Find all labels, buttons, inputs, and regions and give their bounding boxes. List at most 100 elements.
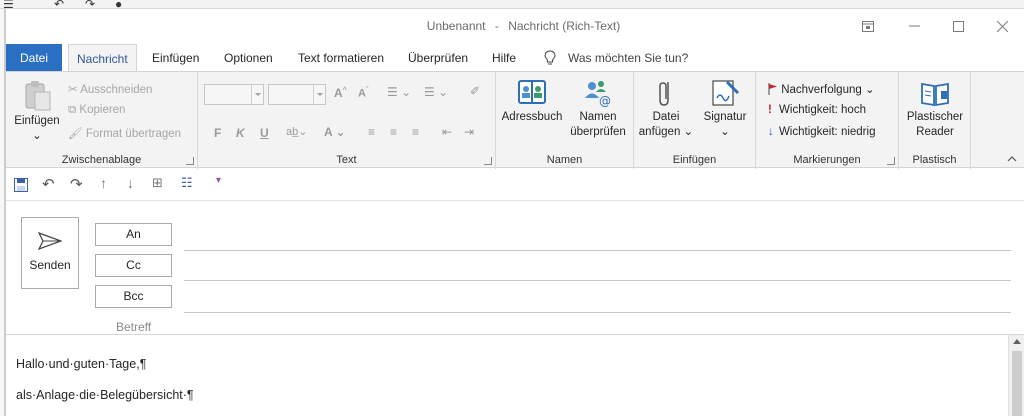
attach-file-label-1: Datei: [652, 111, 680, 123]
tab-file[interactable]: Datei: [6, 44, 62, 72]
next-item-icon[interactable]: ↓: [127, 175, 134, 191]
redo-icon[interactable]: ↷: [70, 175, 83, 193]
attach-file-button[interactable]: Datei anfügen ⌄: [638, 78, 694, 140]
minimize-button[interactable]: [894, 14, 934, 38]
ribbon-display-options-button[interactable]: [848, 14, 888, 38]
tab-review[interactable]: Überprüfen: [400, 44, 476, 72]
to-button[interactable]: An: [95, 223, 172, 246]
font-size-combo[interactable]: [268, 84, 326, 105]
address-book-button[interactable]: Adressbuch: [500, 78, 564, 125]
cc-button[interactable]: Cc: [95, 254, 172, 277]
importance-high-button[interactable]: ! Wichtigkeit: hoch: [768, 104, 866, 116]
tab-options[interactable]: Optionen: [216, 44, 281, 72]
ribbon-tabs: Datei Nachricht Einfügen Optionen Text f…: [6, 42, 1024, 73]
cut-button[interactable]: ✂ Ausschneiden: [68, 82, 152, 96]
tab-format-text[interactable]: Text formatieren: [290, 44, 392, 72]
immersive-reader-icon: [921, 82, 949, 107]
exclamation-icon: !: [768, 104, 772, 116]
lightbulb-icon: [544, 50, 556, 65]
window-title-kind: Nachricht (Rich-Text): [508, 19, 621, 33]
decrease-indent-icon[interactable]: ⇤: [442, 125, 452, 139]
follow-up-label: Nachverfolgung: [781, 84, 862, 96]
format-painter-button[interactable]: 🖌 Format übertragen: [68, 126, 181, 140]
attach-chevron-icon: ⌄: [680, 126, 694, 138]
subject-label: Betreff: [116, 320, 152, 334]
importance-low-button[interactable]: ↓ Wichtigkeit: niedrig: [768, 126, 875, 138]
collapse-ribbon-icon[interactable]: [1007, 154, 1017, 164]
increase-indent-icon[interactable]: ⇥: [464, 125, 474, 139]
underline-button[interactable]: U: [260, 126, 269, 140]
group-clipboard: Einfügen ⌄ ✂ Ausschneiden ⧉ Kopieren 🖌 F…: [6, 72, 198, 169]
vertical-scrollbar[interactable]: [1008, 335, 1024, 416]
tab-insert[interactable]: Einfügen: [144, 44, 207, 72]
undo-icon[interactable]: ↶: [42, 175, 55, 193]
tell-me-search[interactable]: Was möchten Sie tun?: [544, 44, 688, 72]
tags-dialog-launcher[interactable]: [887, 157, 895, 165]
background-app-toolbar: ☰ ↶ ↷ ●: [0, 0, 1024, 11]
group-label-insert: Einfügen: [672, 154, 717, 166]
copy-button[interactable]: ⧉ Kopieren: [68, 104, 125, 117]
bold-button[interactable]: F: [214, 126, 221, 140]
highlight-icon[interactable]: ab̲⌄: [286, 125, 307, 138]
group-label-text: Text: [336, 154, 357, 166]
message-body[interactable]: Hallo·und·guten·Tage,¶ als·Anlage·die·Be…: [6, 334, 1024, 416]
close-icon: [996, 20, 1008, 32]
address-book-icon: [518, 80, 546, 104]
address-book-label: Adressbuch: [501, 111, 563, 123]
assign-policy-icon[interactable]: ⊞: [152, 175, 163, 191]
paste-label: Einfügen: [14, 115, 60, 127]
ribbon: Einfügen ⌄ ✂ Ausschneiden ⧉ Kopieren 🖌 F…: [6, 71, 1024, 169]
check-names-button[interactable]: @ Namen überprüfen: [566, 78, 630, 140]
cc-field[interactable]: [184, 280, 1011, 281]
scroll-up-icon[interactable]: [1013, 339, 1021, 344]
send-label: Senden: [29, 258, 71, 272]
follow-up-button[interactable]: Nachverfolgung ⌄: [768, 82, 875, 96]
numbering-icon[interactable]: ☰ ⌄: [424, 85, 448, 99]
follow-up-chevron-icon: ⌄: [864, 84, 875, 96]
tab-help[interactable]: Hilfe: [484, 44, 524, 72]
clipboard-icon: [25, 81, 51, 111]
align-right-icon[interactable]: ≡: [412, 125, 419, 139]
group-label-immersive: Plastisch: [912, 154, 957, 166]
signature-label: Signatur: [703, 111, 747, 123]
group-names: Adressbuch @ Namen überprüfen Namen: [496, 72, 634, 169]
group-tags: Nachverfolgung ⌄ ! Wichtigkeit: hoch ↓ W…: [756, 72, 899, 169]
shrink-font-icon[interactable]: Aˇ: [358, 87, 368, 100]
paintbrush-icon: 🖌: [68, 128, 83, 140]
align-center-icon[interactable]: ≡: [390, 125, 397, 139]
send-button[interactable]: Senden: [21, 217, 79, 289]
list-format-icon[interactable]: ☷: [181, 175, 193, 191]
window-title-doc: Unbenannt: [426, 19, 486, 33]
bcc-button[interactable]: Bcc: [95, 285, 172, 308]
immersive-reader-label-2: Reader: [916, 126, 954, 138]
maximize-button[interactable]: [938, 14, 978, 38]
bullets-icon[interactable]: ☰ ⌄: [387, 85, 411, 99]
close-button[interactable]: [982, 14, 1022, 38]
minimize-icon: [908, 25, 920, 27]
font-color-icon[interactable]: A ⌄: [324, 125, 346, 139]
grow-font-icon[interactable]: A^: [334, 86, 347, 100]
font-size-dropdown-icon: [313, 85, 325, 104]
save-icon[interactable]: [14, 178, 28, 192]
to-field[interactable]: [184, 250, 1011, 251]
previous-item-icon[interactable]: ↑: [100, 175, 107, 191]
scroll-thumb[interactable]: [1012, 351, 1022, 416]
tab-message[interactable]: Nachricht: [68, 44, 137, 73]
svg-text:@: @: [599, 94, 611, 108]
immersive-reader-button[interactable]: Plastischer Reader: [901, 78, 969, 140]
maximize-icon: [952, 20, 964, 32]
bcc-field[interactable]: [184, 312, 1011, 313]
clipboard-dialog-launcher[interactable]: [186, 157, 194, 165]
text-dialog-launcher[interactable]: [484, 157, 492, 165]
copy-icon: ⧉: [68, 104, 77, 116]
italic-button[interactable]: K: [236, 126, 245, 140]
signature-button[interactable]: Signatur ⌄: [698, 78, 752, 140]
signature-chevron-icon: ⌄: [720, 126, 730, 138]
clear-formatting-icon[interactable]: ✐: [470, 84, 480, 98]
immersive-reader-label-1: Plastischer: [906, 111, 964, 123]
paperclip-icon: [659, 82, 669, 106]
font-family-combo[interactable]: [204, 84, 264, 105]
align-left-icon[interactable]: ≡: [368, 125, 375, 139]
paste-button[interactable]: Einfügen ⌄: [12, 80, 62, 144]
customize-toolbar-icon[interactable]: ▾: [216, 175, 221, 186]
